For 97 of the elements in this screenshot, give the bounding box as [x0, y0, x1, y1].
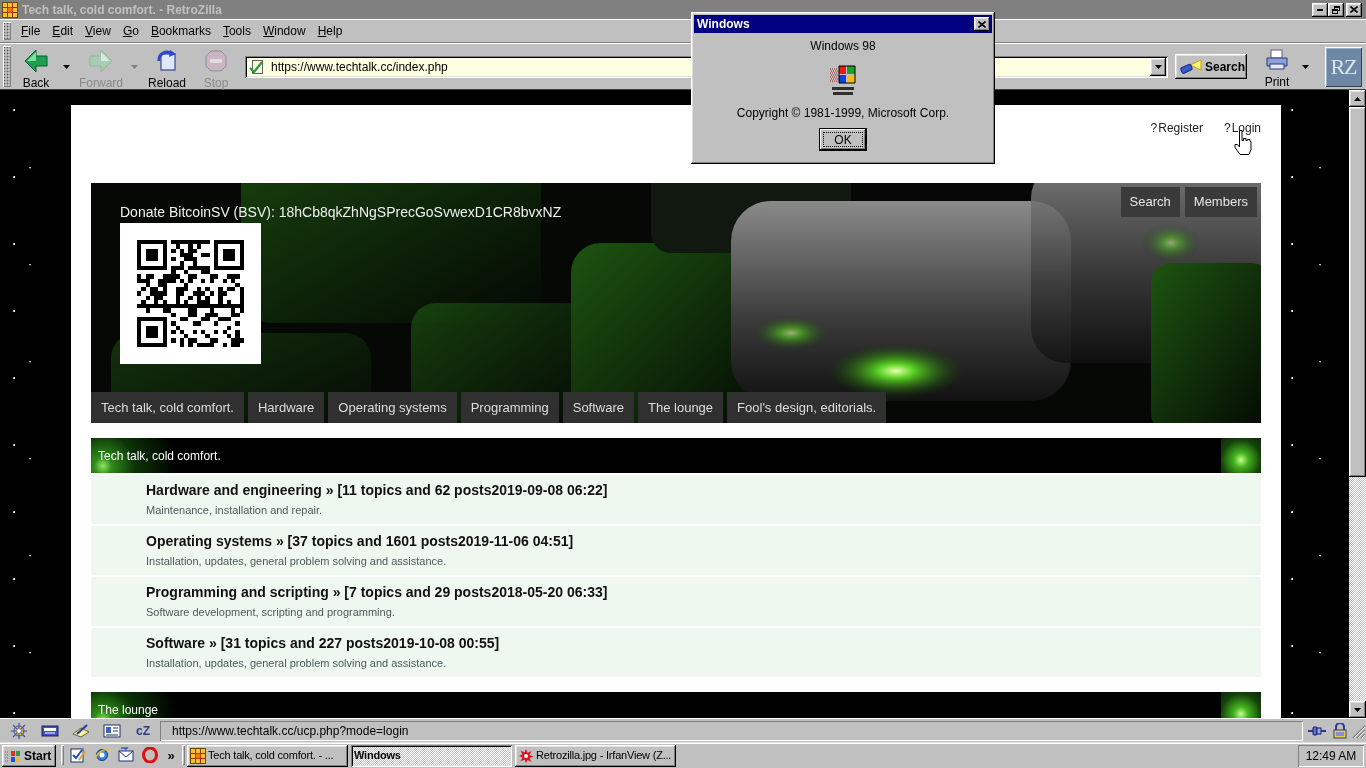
address-dropdown-button[interactable]: [1150, 57, 1166, 76]
checklist-icon[interactable]: [70, 747, 86, 763]
resize-grip[interactable]: [1350, 722, 1366, 739]
restore-icon: [1332, 5, 1340, 14]
taskbar-button[interactable]: Retrozilla.jpg - IrfanView (Z...: [515, 744, 676, 767]
ok-button[interactable]: OK: [819, 128, 867, 151]
forum-title-link[interactable]: Hardware and engineering » [11 topics and 62 posts2019-09-08 06:22]: [146, 481, 608, 499]
scroll-up-button[interactable]: [1349, 90, 1366, 107]
caret-icon: [1154, 64, 1162, 69]
forum-description: Software development, scripting and programming.: [146, 605, 395, 619]
taskbar-button[interactable]: Windows: [351, 744, 512, 767]
header-corner-image: [1221, 438, 1261, 473]
menu-item[interactable]: Edit: [46, 21, 80, 41]
menu-item[interactable]: Bookmarks: [144, 21, 217, 41]
caret-icon: [130, 64, 138, 69]
chat-button[interactable]: cZ: [130, 720, 156, 741]
scrollbar-thumb[interactable]: [1349, 107, 1366, 477]
search-button[interactable]: Search: [1175, 54, 1247, 79]
splat-icon: [518, 747, 534, 764]
inbox-icon: [41, 723, 59, 738]
address-card-icon: [103, 723, 121, 738]
windows-logo-icon: [829, 65, 857, 96]
start-button[interactable]: Start: [2, 744, 56, 767]
toolbar-grip[interactable]: [3, 46, 11, 87]
question-mark-icon: ?: [1223, 120, 1231, 136]
toolbar-button[interactable]: Back: [16, 45, 56, 88]
caret-down-icon: [1354, 707, 1361, 712]
category-title[interactable]: The lounge: [91, 700, 159, 718]
nav-tab[interactable]: Operating systems: [328, 392, 457, 423]
status-text: https://www.techtalk.cc/ucp.php?mode=login: [160, 720, 1303, 741]
toolbar-grip[interactable]: [3, 22, 11, 40]
category-title[interactable]: Tech talk, cold comfort.: [91, 446, 221, 465]
nav-tab[interactable]: Programming: [460, 392, 559, 423]
window-title: Tech talk, cold comfort. - RetroZilla: [22, 3, 222, 16]
address-text: https://www.techtalk.cc/index.php: [271, 58, 448, 76]
stop-icon: [204, 48, 228, 73]
forum-title-link[interactable]: Software » [31 topics and 227 posts2019-10-08 00:55]: [146, 634, 500, 652]
forum-description: Installation, updates, general problem solving and assistance.: [146, 554, 447, 568]
plug-icon: [1308, 725, 1326, 736]
app-icon: [190, 747, 206, 764]
restore-button[interactable]: [1328, 2, 1344, 17]
caret-icon: [1301, 64, 1309, 69]
menu-item[interactable]: View: [79, 21, 117, 41]
pen-icon: [72, 723, 90, 738]
forum-description: Maintenance, installation and repair.: [146, 503, 323, 517]
nav-tab[interactable]: Hardware: [247, 392, 325, 423]
dialog-title: Windows: [697, 18, 750, 30]
menu-item[interactable]: Help: [311, 21, 349, 41]
minimize-button[interactable]: [1312, 2, 1328, 17]
taskbar-grip[interactable]: [182, 745, 185, 765]
back-arrow-icon: [24, 48, 48, 73]
menu-item[interactable]: Tools: [216, 21, 257, 41]
reload-icon: [155, 48, 179, 73]
caret-icon: [62, 64, 70, 69]
banner-button[interactable]: Search: [1120, 187, 1180, 217]
banner-button[interactable]: Members: [1184, 187, 1257, 217]
forum-description: Installation, updates, general problem solving and assistance.: [146, 656, 447, 670]
caret-up-icon: [1354, 96, 1361, 101]
menu-item[interactable]: Go: [116, 21, 145, 41]
menu-item[interactable]: File: [15, 21, 47, 41]
printer-icon: [1265, 48, 1289, 71]
forward-arrow-icon: [89, 48, 113, 73]
nav-tab[interactable]: The lounge: [638, 392, 724, 423]
windows-flag-icon: [5, 748, 21, 763]
flashlight-icon: [1180, 58, 1202, 75]
close-button[interactable]: [1346, 2, 1362, 17]
header-link[interactable]: Register: [1158, 120, 1203, 136]
toolbar-button[interactable]: Reload: [145, 45, 189, 88]
nav-tab[interactable]: Software: [562, 392, 635, 423]
close-icon: [978, 20, 986, 28]
more-button[interactable]: »: [166, 748, 176, 762]
scroll-down-button[interactable]: [1349, 701, 1366, 718]
app-icon: [2, 1, 18, 18]
question-mark-icon: ?: [1150, 120, 1158, 136]
lock-icon: [1333, 722, 1347, 739]
app-logo: RZ: [1325, 46, 1362, 87]
minimize-icon: [1317, 8, 1323, 11]
wheel-icon: [10, 722, 28, 739]
globe-icon[interactable]: [94, 747, 110, 763]
dialog-heading: Windows 98: [810, 40, 876, 52]
forum-title-link[interactable]: Operating systems » [37 topics and 1601 posts2019-11-06 04:51]: [146, 532, 574, 550]
forum-title-link[interactable]: Programming and scripting » [7 topics and 29 posts2018-05-20 06:33]: [146, 583, 608, 601]
header-link[interactable]: Login: [1231, 120, 1261, 136]
nav-tab[interactable]: Fool's design, editorials.: [727, 392, 887, 423]
menu-item[interactable]: Window: [256, 21, 312, 41]
print-button[interactable]: Print: [1260, 45, 1294, 88]
close-button[interactable]: [974, 17, 990, 31]
mail-icon[interactable]: [118, 747, 134, 763]
close-icon: [1350, 6, 1358, 13]
taskbar-button[interactable]: Tech talk, cold comfort. - ...: [187, 744, 348, 767]
ring-icon[interactable]: [142, 747, 158, 763]
header-corner-image: [1221, 692, 1261, 718]
clock: 12:49 AM: [1298, 744, 1364, 767]
nav-tab[interactable]: Tech talk, cold comfort.: [91, 392, 244, 423]
taskbar-grip[interactable]: [61, 745, 64, 765]
copyright-text: Copyright © 1981-1999, Microsoft Corp.: [736, 107, 950, 119]
donate-text: Donate BitcoinSV (BSV): 18hCb8qkZhNgSPrecGoSvwexD1CR8bvxNZ: [120, 204, 562, 220]
